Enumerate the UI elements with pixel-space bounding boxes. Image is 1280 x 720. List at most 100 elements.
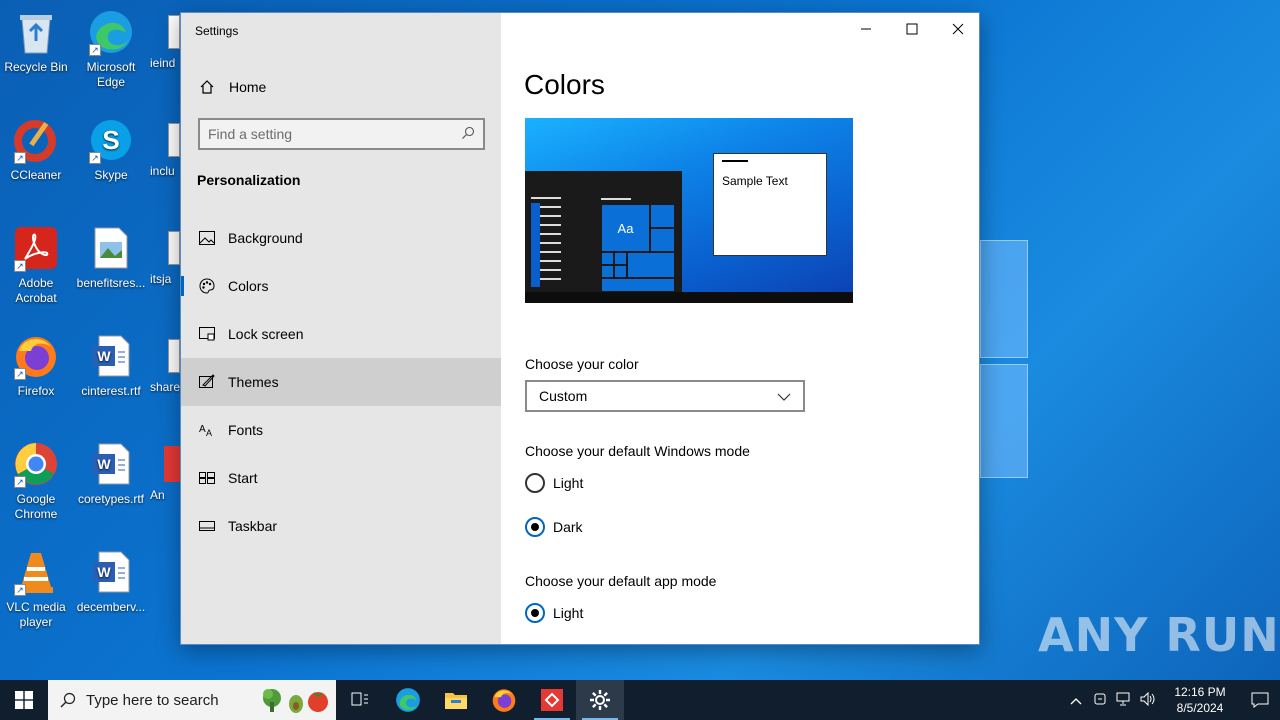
chevron-down-icon [777, 388, 791, 404]
file-icon [150, 332, 180, 380]
choose-color-value: Custom [539, 388, 588, 404]
nav-item-label: Background [228, 230, 303, 246]
settings-gear-icon [590, 690, 610, 710]
taskbar-settings[interactable] [576, 680, 624, 720]
content-pane: Colors Aa Sample Text Choose your color … [501, 13, 979, 644]
taskbar-firefox[interactable] [480, 680, 528, 720]
search-icon [461, 126, 475, 143]
page-title: Colors [524, 69, 605, 100]
desktop-icon-file[interactable]: itsja [150, 224, 180, 287]
desktop-icon-word-file[interactable]: W cinterest.rtf [75, 332, 147, 399]
windows-mode-light-radio[interactable]: Light [525, 473, 583, 493]
windows-mode-label: Choose your default Windows mode [525, 443, 750, 459]
preview-tile: Aa [601, 204, 650, 252]
desktop-icon-skype[interactable]: S ↗ Skype [75, 116, 147, 183]
nav-item-start[interactable]: Start [181, 454, 501, 502]
skype-icon: S ↗ [87, 116, 135, 164]
maximize-icon [906, 23, 918, 35]
minimize-button[interactable] [843, 13, 889, 45]
desktop-icon-word-file[interactable]: W coretypes.rtf [75, 440, 147, 507]
file-icon [150, 116, 180, 164]
action-center-button[interactable] [1240, 680, 1280, 720]
nav-item-taskbar[interactable]: Taskbar [181, 502, 501, 550]
desktop-icon-ccleaner[interactable]: ↗ CCleaner [0, 116, 72, 183]
anyrun-icon [541, 689, 563, 711]
search-placeholder: Find a setting [208, 126, 293, 142]
nav-item-label: Start [228, 470, 258, 486]
desktop-icon-vlc[interactable]: ↗ VLC media player [0, 548, 72, 630]
word-file-icon: W [87, 440, 135, 488]
desktop-icon-file[interactable]: ieind [150, 8, 180, 71]
network-icon[interactable] [1112, 692, 1136, 709]
clock[interactable]: 12:16 PM 8/5/2024 [1160, 684, 1240, 716]
radio-circle [525, 473, 545, 493]
radio-label: Light [553, 605, 584, 621]
file-icon [150, 8, 180, 56]
nav-home[interactable]: Home [181, 73, 501, 101]
choose-color-dropdown[interactable]: Custom [525, 380, 805, 412]
anyrun-watermark: ANY RUN [1038, 608, 1280, 662]
taskbar-edge[interactable] [384, 680, 432, 720]
show-hidden-icons-icon[interactable] [1064, 693, 1088, 708]
window-controls [843, 13, 979, 45]
taskbar-icon [197, 521, 217, 531]
recycle-bin-icon [12, 8, 60, 56]
clock-time: 12:16 PM [1174, 685, 1226, 699]
taskbar-search-box[interactable]: Type here to search [48, 680, 336, 720]
desktop-icon-file[interactable]: inclu [150, 116, 180, 179]
settings-window: Settings Home Find a setting Personaliza… [180, 12, 980, 645]
device-icon[interactable] [1088, 692, 1112, 709]
chrome-icon: ↗ [12, 440, 60, 488]
clock-date: 8/5/2024 [1176, 701, 1224, 715]
word-file-icon: W [87, 548, 135, 596]
picture-icon [197, 231, 217, 245]
maximize-button[interactable] [889, 13, 935, 45]
desktop-icon-acrobat[interactable]: ↗ Adobe Acrobat [0, 224, 72, 306]
search-icon [60, 692, 76, 708]
svg-text:A: A [206, 428, 212, 437]
taskbar: Type here to search 12:16 PM 8/5/2024 [0, 680, 1280, 720]
anyrun-icon [150, 440, 180, 488]
image-file-icon [87, 224, 135, 272]
fonts-icon: AA [197, 423, 217, 437]
desktop-icon-anyrun[interactable]: An [150, 440, 180, 503]
desktop-icon-edge[interactable]: ↗ Microsoft Edge [75, 8, 147, 90]
minimize-icon [861, 28, 871, 30]
start-grid-icon [197, 472, 217, 484]
desktop-icon-word-file[interactable]: W decemberv... [75, 548, 147, 615]
nav-item-background[interactable]: Background [181, 214, 501, 262]
section-title: Personalization [197, 172, 301, 188]
nav-item-label: Themes [228, 374, 279, 390]
start-button[interactable] [0, 680, 48, 720]
desktop-icon-recycle-bin[interactable]: Recycle Bin [0, 8, 72, 75]
window-title: Settings [195, 24, 239, 38]
nav-item-lock-screen[interactable]: Lock screen [181, 310, 501, 358]
nav-item-fonts[interactable]: AA Fonts [181, 406, 501, 454]
volume-icon[interactable] [1136, 691, 1160, 709]
nav-item-themes[interactable]: Themes [181, 358, 501, 406]
nav-item-colors[interactable]: Colors [181, 262, 501, 310]
preview-sample-text: Sample Text [722, 174, 788, 188]
taskbar-anyrun[interactable] [528, 680, 576, 720]
notification-icon [1251, 692, 1269, 708]
svg-text:W: W [97, 348, 111, 364]
desktop-icon-chrome[interactable]: ↗ Google Chrome [0, 440, 72, 522]
desktop-icon-image-file[interactable]: benefitsres... [75, 224, 147, 291]
desktop-icon-firefox[interactable]: ↗ Firefox [0, 332, 72, 399]
taskbar-task-view[interactable] [336, 680, 384, 720]
radio-label: Dark [553, 519, 583, 535]
task-view-icon [351, 692, 368, 706]
taskbar-file-explorer[interactable] [432, 680, 480, 720]
desktop-icon-file[interactable]: share [150, 332, 180, 395]
app-mode-light-radio[interactable]: Light [525, 603, 583, 623]
close-icon [952, 23, 964, 35]
nav-list: Background Colors Lock screen Themes A A… [181, 214, 501, 550]
edge-icon [396, 688, 420, 712]
file-icon [150, 224, 180, 272]
close-button[interactable] [935, 13, 979, 45]
windows-mode-dark-radio[interactable]: Dark [525, 517, 583, 537]
nav-item-label: Taskbar [228, 518, 278, 534]
word-file-icon: W [87, 332, 135, 380]
search-input[interactable]: Find a setting [198, 118, 485, 150]
nav-item-label: Colors [228, 278, 269, 294]
